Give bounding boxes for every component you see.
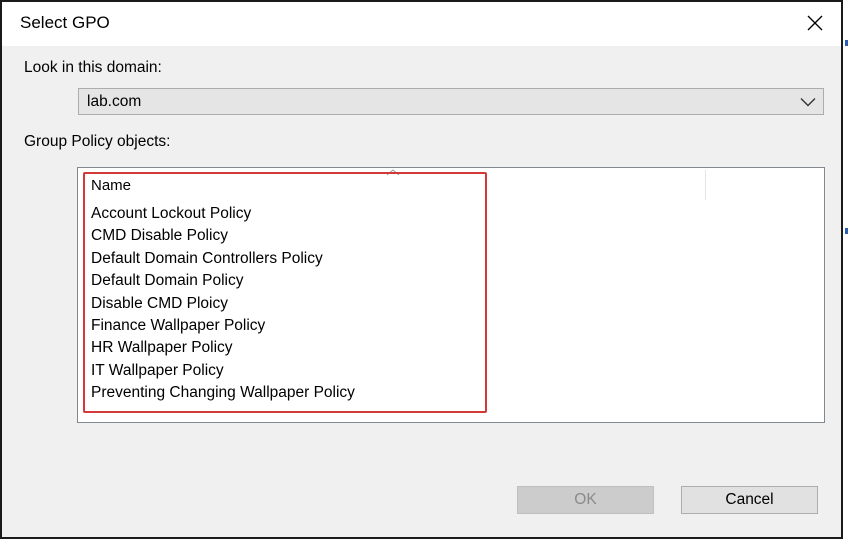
gpo-listview[interactable]: Name Account Lockout Policy CMD Disable … xyxy=(77,167,825,423)
gpo-items: Account Lockout Policy CMD Disable Polic… xyxy=(91,203,355,405)
cancel-button[interactable]: Cancel xyxy=(681,486,818,514)
column-divider[interactable] xyxy=(705,170,706,200)
list-item[interactable]: Preventing Changing Wallpaper Policy xyxy=(91,382,355,404)
close-icon xyxy=(807,15,823,31)
dialog-title: Select GPO xyxy=(20,13,110,32)
list-item[interactable]: Account Lockout Policy xyxy=(91,203,355,225)
list-item[interactable]: Default Domain Policy xyxy=(91,270,355,292)
list-item[interactable]: IT Wallpaper Policy xyxy=(91,360,355,382)
chevron-down-icon xyxy=(800,98,816,107)
gpo-list-label: Group Policy objects: xyxy=(24,133,171,150)
ok-button[interactable]: OK xyxy=(517,486,654,514)
domain-dropdown[interactable]: lab.com xyxy=(78,88,824,115)
list-item[interactable]: Disable CMD Ploicy xyxy=(91,293,355,315)
list-item[interactable]: HR Wallpaper Policy xyxy=(91,337,355,359)
title-bar: Select GPO xyxy=(2,2,841,46)
list-item[interactable]: Finance Wallpaper Policy xyxy=(91,315,355,337)
list-item[interactable]: CMD Disable Policy xyxy=(91,225,355,247)
select-gpo-dialog: Select GPO Look in this domain: lab.com … xyxy=(0,0,843,539)
sort-ascending-icon xyxy=(386,169,400,176)
domain-selected-value: lab.com xyxy=(87,93,142,110)
column-header-name[interactable]: Name xyxy=(91,177,131,194)
domain-label: Look in this domain: xyxy=(24,59,162,76)
close-button[interactable] xyxy=(797,6,833,40)
list-item[interactable]: Default Domain Controllers Policy xyxy=(91,248,355,270)
